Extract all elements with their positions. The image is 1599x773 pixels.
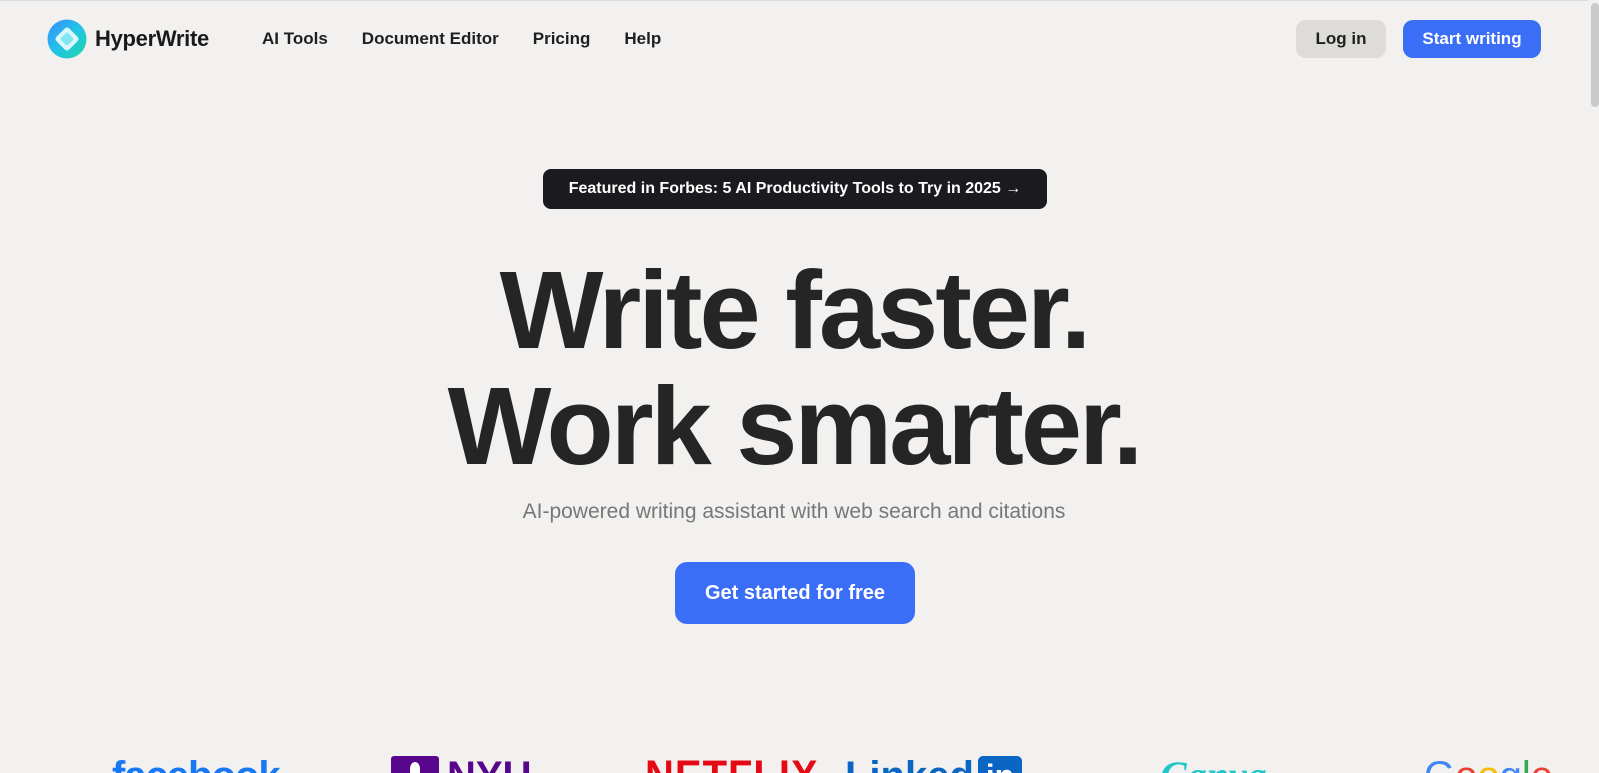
google-logo: Google: [1424, 756, 1553, 773]
nyu-logo: NYU: [391, 756, 531, 773]
nav-link-help[interactable]: Help: [624, 29, 661, 49]
hero-subtitle: AI-powered writing assistant with web se…: [522, 500, 1066, 523]
nav-link-ai-tools[interactable]: AI Tools: [262, 29, 328, 49]
google-letter: l: [1522, 754, 1531, 773]
headline-line-2: Work smarter.: [447, 365, 1144, 488]
google-letter: G: [1424, 754, 1455, 773]
brand-logo-link[interactable]: HyperWrite: [47, 19, 209, 59]
hyperwrite-logo-icon: [47, 19, 87, 59]
customer-logos-strip: facebook NYU NETFLIX Linked in Canva Goo…: [0, 752, 1588, 773]
scrollbar-thumb[interactable]: [1591, 3, 1599, 107]
nav-links: AI Tools Document Editor Pricing Help: [262, 29, 695, 49]
google-letter: o: [1455, 754, 1477, 773]
linkedin-logo-text: Linked: [845, 756, 974, 773]
scrollbar-track[interactable]: [1588, 0, 1599, 773]
nyu-logo-text: NYU: [447, 756, 531, 773]
linkedin-logo: Linked in: [845, 756, 1022, 773]
top-navigation: HyperWrite AI Tools Document Editor Pric…: [0, 0, 1560, 78]
facebook-logo: facebook: [112, 756, 281, 773]
login-button[interactable]: Log in: [1296, 20, 1386, 58]
forbes-feature-badge[interactable]: Featured in Forbes: 5 AI Productivity To…: [543, 169, 1047, 209]
google-letter: g: [1500, 754, 1522, 773]
netflix-logo: NETFLIX: [645, 754, 819, 773]
nav-link-pricing[interactable]: Pricing: [533, 29, 591, 49]
nyu-torch-icon: [391, 756, 439, 773]
brand-name: HyperWrite: [95, 26, 209, 51]
get-started-button[interactable]: Get started for free: [675, 562, 915, 624]
google-letter: o: [1477, 754, 1499, 773]
google-letter: e: [1531, 754, 1553, 773]
nav-link-document-editor[interactable]: Document Editor: [362, 29, 499, 49]
start-writing-button[interactable]: Start writing: [1403, 20, 1541, 58]
canva-logo: Canva: [1160, 756, 1267, 773]
linkedin-in-icon: in: [977, 756, 1022, 773]
page: HyperWrite AI Tools Document Editor Pric…: [0, 0, 1599, 773]
headline-line-1: Write faster.: [499, 249, 1092, 372]
hero-headline: Write faster. Work smarter.: [0, 253, 1588, 485]
